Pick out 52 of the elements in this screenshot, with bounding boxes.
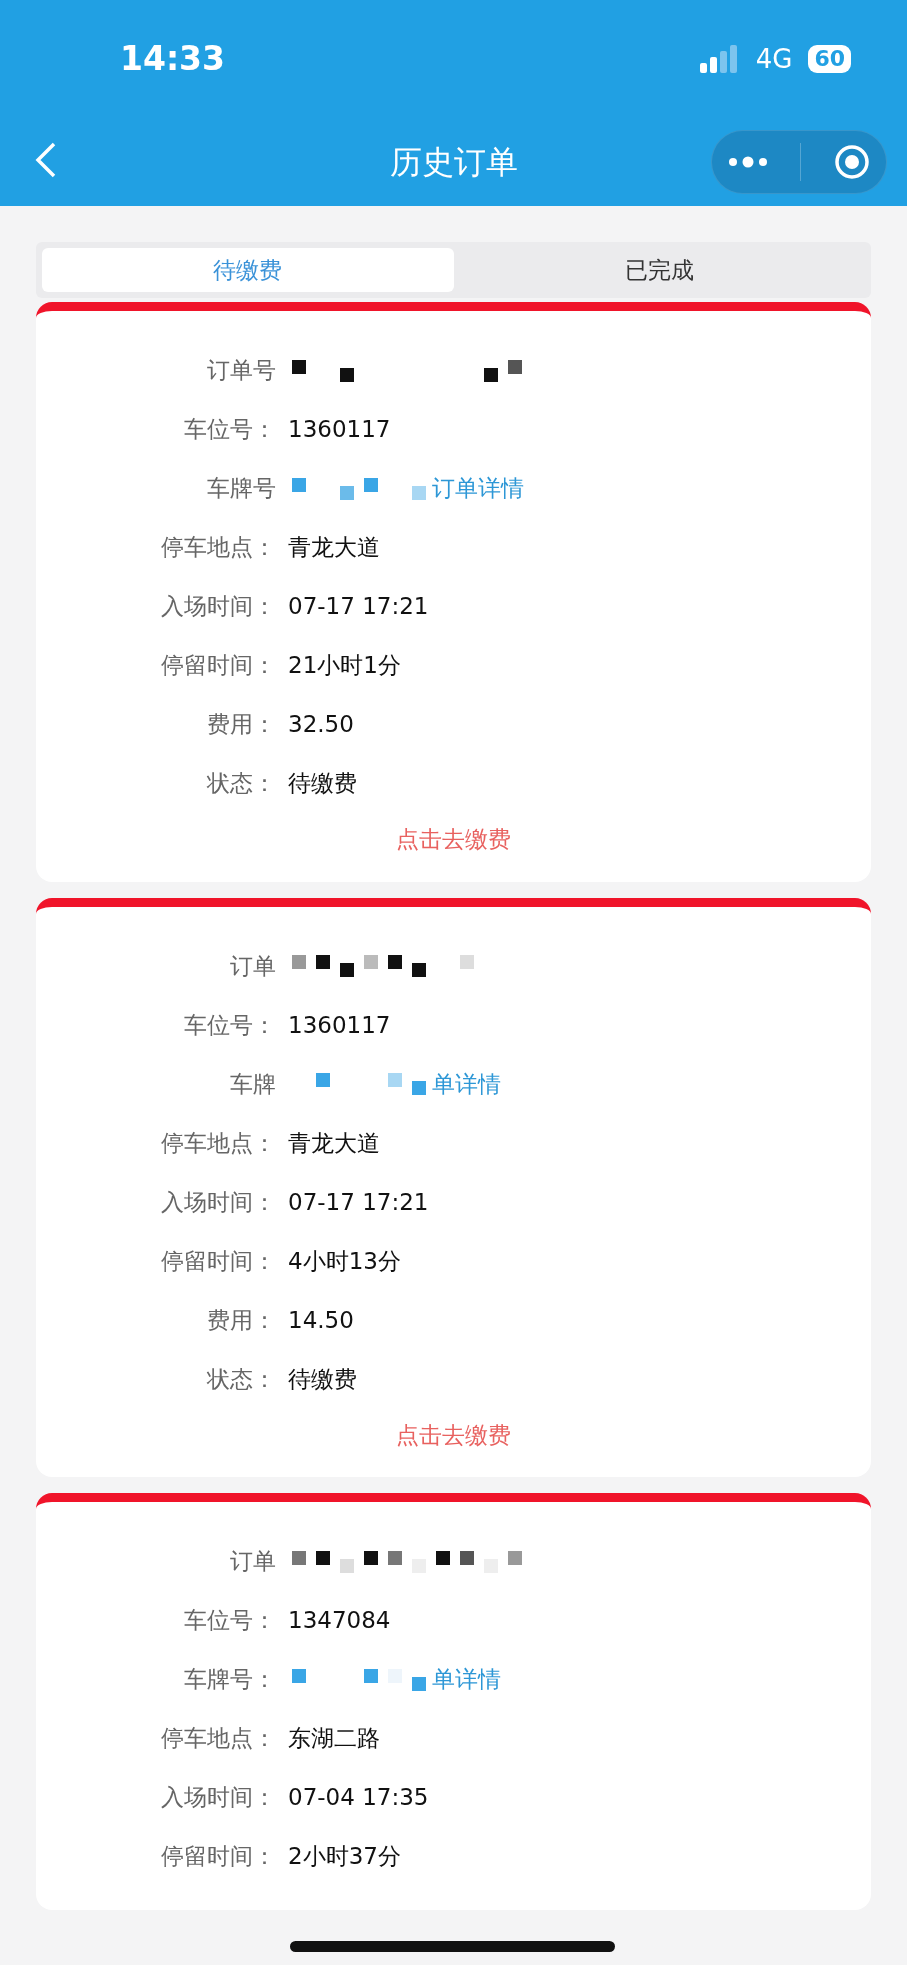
field-label: 车牌号 — [206, 474, 276, 504]
field-label: 订单 — [229, 1547, 276, 1577]
field-label: 入场时间： — [160, 1187, 276, 1217]
field-value: 东湖二路 — [288, 1724, 380, 1754]
pay-button[interactable]: 点击去缴费 — [390, 1416, 517, 1453]
field-value: 青龙大道 — [288, 533, 380, 563]
tab[interactable]: 已完成 — [453, 248, 865, 292]
field-label: 车位号： — [183, 415, 276, 445]
field-value: 4小时13分 — [288, 1246, 401, 1276]
field-value: 1347084 — [288, 1606, 391, 1636]
order-detail-link[interactable]: 单详情 — [432, 1066, 501, 1102]
field-label: 订单 — [229, 951, 276, 981]
field-value: 待缴费 — [288, 1364, 357, 1394]
field-value: 21小时1分 — [288, 651, 401, 681]
field-value: 2小时37分 — [288, 1842, 401, 1872]
more-icon[interactable] — [728, 156, 769, 168]
pay-button[interactable]: 点击去缴费 — [390, 821, 517, 858]
field-value: 青龙大道 — [288, 1128, 380, 1158]
field-label: 停车地点： — [160, 1128, 276, 1158]
field-label: 车牌号： — [183, 1665, 276, 1695]
field-label: 停留时间： — [160, 651, 276, 681]
field-value: 1360117 — [288, 415, 391, 445]
field-label: 停车地点： — [160, 533, 276, 563]
signal-icon — [699, 45, 740, 73]
field-value: 待缴费 — [288, 769, 357, 799]
order-detail-link[interactable]: 订单详情 — [432, 471, 524, 506]
network-type: 4G — [755, 42, 793, 76]
field-value: 07-04 17:35 — [288, 1783, 429, 1813]
field-label: 车牌 — [229, 1069, 276, 1099]
field-label: 车位号： — [183, 1606, 276, 1636]
field-label: 停留时间： — [160, 1842, 276, 1872]
field-label: 停车地点： — [160, 1724, 276, 1754]
field-label: 入场时间： — [160, 1783, 276, 1813]
battery-indicator: 60 — [808, 45, 851, 73]
tab[interactable]: 待缴费 — [42, 248, 454, 292]
field-label: 状态： — [206, 769, 276, 799]
field-label: 费用： — [206, 1305, 276, 1335]
field-value: 07-17 17:21 — [288, 1187, 429, 1217]
page-title: 历史订单 — [389, 142, 518, 183]
field-value: 14.50 — [288, 1305, 354, 1335]
field-label: 订单号 — [206, 356, 276, 386]
order-detail-link[interactable]: 单详情 — [432, 1662, 501, 1697]
status-time: 14:33 — [120, 38, 226, 81]
field-label: 车位号： — [183, 1010, 276, 1040]
field-value: 32.50 — [288, 710, 354, 740]
field-label: 费用： — [206, 710, 276, 740]
field-label: 停留时间： — [160, 1246, 276, 1276]
field-value: 07-17 17:21 — [288, 592, 429, 622]
field-value: 1360117 — [288, 1010, 391, 1040]
field-label: 状态： — [206, 1364, 276, 1394]
field-label: 入场时间： — [160, 592, 276, 622]
close-target-icon[interactable] — [833, 144, 870, 180]
